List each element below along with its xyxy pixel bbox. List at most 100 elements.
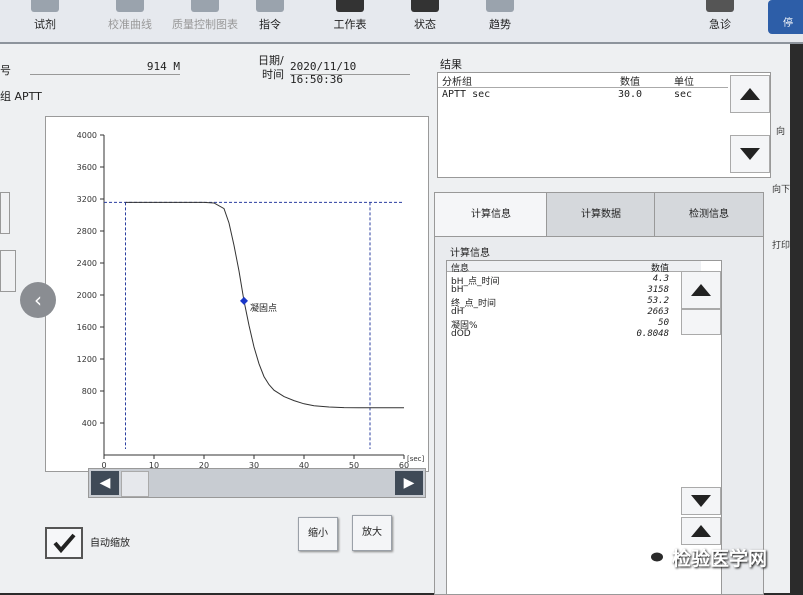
calc-row[interactable]: bH_点_时间 4.3	[447, 274, 701, 287]
back-button[interactable]: ‹	[20, 282, 56, 318]
scroll-left-button[interactable]: ◀	[91, 471, 119, 495]
scroll-right-icon: ▶	[403, 475, 415, 491]
results-row[interactable]: APTT sec 30.0 sec	[438, 89, 728, 103]
calibration-curve-button[interactable]: 校准曲线	[100, 0, 160, 40]
worksheet-icon	[336, 0, 364, 12]
watermark-text: 检验医学网	[672, 548, 768, 570]
up-arrow-icon	[740, 88, 760, 100]
results-header: 分析组 数值 单位	[438, 73, 728, 88]
calc-row-value: 4.3	[652, 274, 669, 284]
calc-scroll-down-button[interactable]	[681, 487, 721, 515]
coagulation-chart: 400 800 1200 1600 2000 2400 2800 3200 3600 4000 0 1…	[45, 116, 429, 472]
qc-icon	[191, 0, 219, 12]
trend-button[interactable]: 趋势	[475, 0, 525, 40]
calc-page-up-button[interactable]	[681, 517, 721, 545]
datetime-value: 2020/11/10 16:50:36	[290, 60, 357, 86]
scroll-thumb[interactable]	[121, 471, 149, 497]
shrink-button[interactable]: 缩小	[298, 517, 338, 551]
scroll-right-button[interactable]: ▶	[395, 471, 423, 495]
trend-label: 趋势	[489, 18, 511, 31]
calc-row[interactable]: bH 3158	[447, 285, 701, 295]
worksheet-button[interactable]: 工作表	[325, 0, 375, 40]
calc-row-value: 3158	[647, 285, 669, 295]
status-button[interactable]: 状态	[400, 0, 450, 40]
reagent-button[interactable]: 试剂	[20, 0, 70, 40]
stop-label: 停	[783, 18, 793, 29]
tab-calc-info[interactable]: 计算信息	[434, 192, 548, 237]
calc-scroll-mid-button[interactable]	[681, 309, 721, 335]
side-label-print: 打印	[772, 241, 791, 251]
down-arrow-icon	[740, 148, 760, 160]
clot-point-marker	[240, 296, 248, 305]
left-edge-button-1[interactable]	[0, 192, 10, 234]
y-tick-label: 1600	[77, 323, 97, 332]
chevron-left-icon: ‹	[34, 288, 42, 312]
left-edge-button-2[interactable]	[0, 250, 16, 292]
calc-row-value: 0.8048	[636, 329, 669, 339]
calc-row-value: 53.2	[647, 296, 669, 306]
calc-header: 信息 数值	[447, 261, 701, 274]
side-label-up: 向	[776, 127, 786, 137]
calc-row-name: bH	[451, 285, 464, 295]
emergency-label: 急诊	[709, 18, 731, 31]
qc-chart-button[interactable]: 质量控制图表	[170, 0, 240, 40]
calc-row[interactable]: 终_点_时间 53.2	[447, 296, 701, 309]
calc-row-value: 2663	[647, 307, 669, 317]
down-arrow-icon	[691, 495, 711, 507]
calc-info-title: 计算信息	[450, 248, 490, 259]
status-icon	[411, 0, 439, 12]
shrink-label: 缩小	[308, 528, 328, 539]
calc-row[interactable]: 凝固% 50	[447, 318, 701, 331]
y-tick-label: 400	[82, 419, 97, 428]
qc-label: 质量控制图表	[172, 18, 238, 31]
calc-row-value: 50	[658, 318, 669, 328]
command-icon	[256, 0, 284, 12]
up-arrow-icon	[691, 525, 711, 537]
tab-calc-data-label: 计算数据	[581, 209, 621, 220]
calc-header-name: 信息	[451, 264, 470, 274]
scroll-left-icon: ◀	[99, 475, 111, 491]
tab-detection-info[interactable]: 检测信息	[654, 192, 764, 238]
x-axis-label: [sec]	[407, 455, 425, 463]
side-label-down: 向下	[772, 185, 791, 195]
worksheet-label: 工作表	[333, 18, 367, 31]
tab-detection-info-label: 检测信息	[689, 209, 729, 220]
command-button[interactable]: 指令	[250, 0, 290, 40]
clot-point-label: 凝固点	[250, 303, 277, 314]
enlarge-label: 放大	[362, 527, 382, 538]
results-header-unit: 单位	[674, 77, 694, 88]
y-tick-label: 2400	[77, 259, 97, 268]
group-label: 组 APTT	[0, 90, 42, 103]
results-row-group: APTT sec	[442, 89, 491, 100]
stop-button[interactable]: 停	[768, 0, 803, 34]
reagent-label: 试剂	[34, 18, 56, 31]
datetime-field: 2020/11/10 16:50:36	[290, 60, 410, 86]
emergency-button[interactable]: 急诊	[695, 0, 745, 40]
sample-id-field: 914 M	[30, 60, 180, 75]
results-row-value: 30.0	[618, 89, 643, 100]
auto-zoom-checkbox[interactable]	[45, 527, 83, 559]
right-side-panel: 向 向下 打印	[772, 104, 790, 264]
status-label: 状态	[414, 18, 436, 31]
datetime-label-2: 时间	[262, 68, 284, 81]
enlarge-button[interactable]: 放大	[352, 515, 392, 551]
results-scroll-up-button[interactable]	[730, 75, 770, 113]
calc-scroll-up-button[interactable]	[681, 271, 721, 309]
info-tabs: 计算信息 计算数据 检测信息	[434, 192, 764, 238]
calc-row[interactable]: dOD 0.8048	[447, 329, 701, 339]
command-label: 指令	[259, 18, 281, 31]
trend-icon	[486, 0, 514, 12]
calc-row[interactable]: dH 2663	[447, 307, 701, 317]
tab-calc-data[interactable]: 计算数据	[546, 192, 656, 238]
sample-id-value: 914 M	[146, 60, 180, 73]
chart-scrollbar[interactable]: ◀ ▶	[88, 468, 426, 498]
results-row-unit: sec	[674, 89, 693, 100]
results-header-value: 数值	[620, 77, 640, 88]
results-scroll-down-button[interactable]	[730, 135, 770, 173]
top-toolbar: 试剂 校准曲线 质量控制图表 指令 工作表 状态 趋势 急诊 停	[0, 0, 803, 44]
sample-id-label: 号	[0, 64, 11, 77]
y-tick-label: 3600	[77, 163, 97, 172]
checkmark-icon	[53, 533, 76, 554]
auto-zoom-label: 自动缩放	[90, 538, 130, 549]
calc-row-name: dH	[451, 307, 464, 317]
